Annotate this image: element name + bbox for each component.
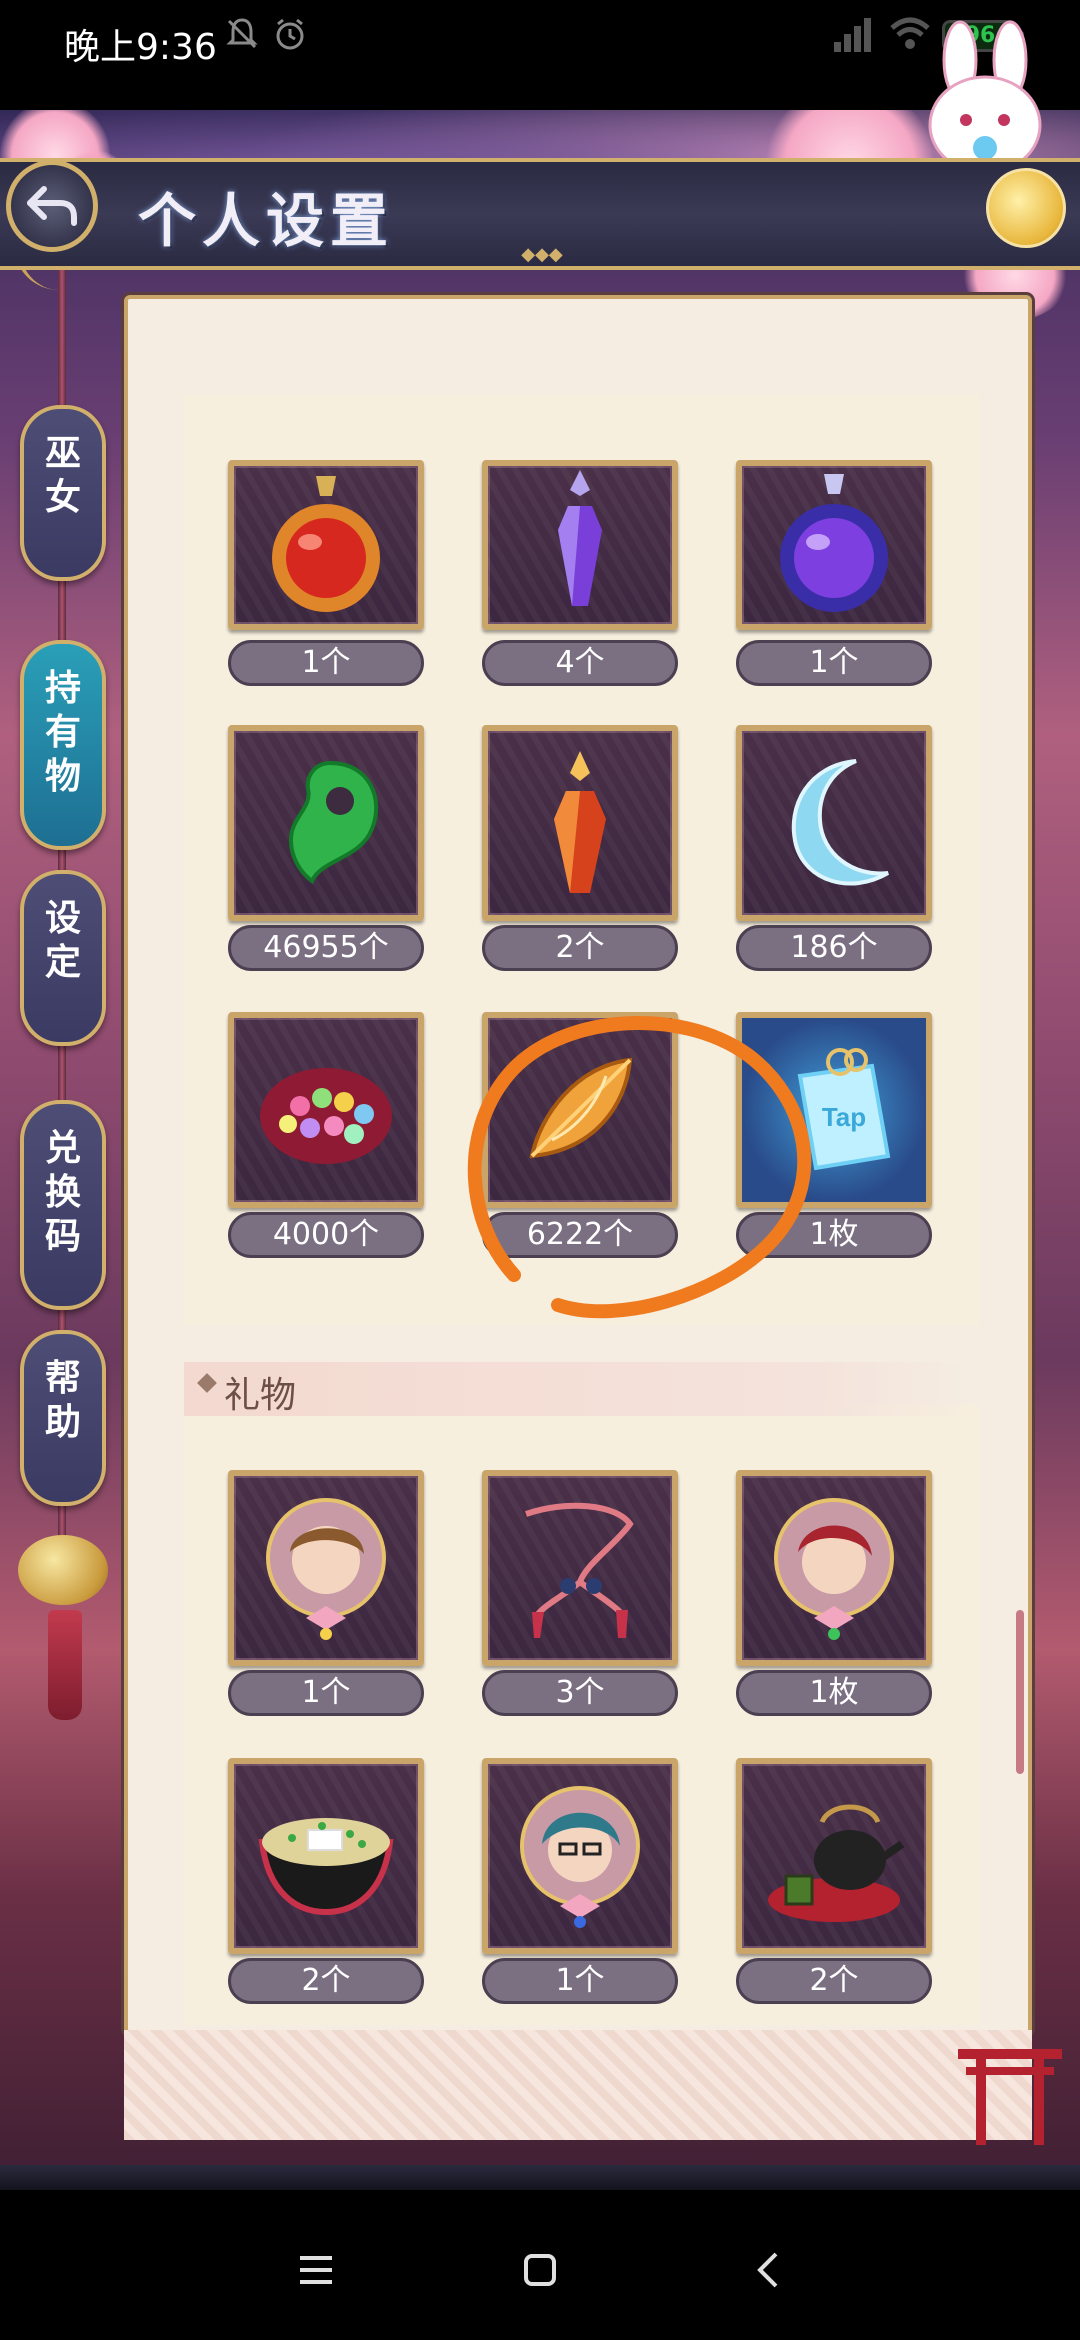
item-count: 186个	[736, 925, 932, 971]
item-card[interactable]	[228, 460, 424, 630]
purple-crystal-vial-icon	[558, 470, 602, 606]
blue-potion-icon	[780, 474, 888, 612]
side-tab-items[interactable]: 持有物	[20, 640, 106, 850]
brown-hair-portrait-icon	[266, 1498, 386, 1640]
item-card[interactable]	[736, 460, 932, 630]
side-tab-help[interactable]: 帮助	[20, 1330, 106, 1506]
item-count: 6222个	[482, 1212, 678, 1258]
gift-card[interactable]	[228, 1758, 424, 1954]
item-card[interactable]	[482, 460, 678, 630]
soup-bowl-icon	[258, 1818, 394, 1916]
item-count: 2个	[482, 925, 678, 971]
side-tab-label: 兑换码	[44, 1127, 81, 1257]
panel-pattern	[124, 2030, 1032, 2140]
gift-card[interactable]	[736, 1470, 932, 1666]
item-count: 2个	[228, 1958, 424, 2004]
mascot-rabbit	[900, 20, 1070, 180]
item-count: 4000个	[228, 1212, 424, 1258]
green-magatama-icon	[289, 760, 379, 885]
status-time: 晚上9:36	[64, 27, 217, 68]
back-arrow-icon	[27, 186, 77, 226]
item-card[interactable]	[228, 725, 424, 921]
red-crystal-vial-icon	[554, 751, 606, 893]
item-card[interactable]	[482, 1012, 678, 1208]
tap-charm-icon: Tap	[797, 1048, 891, 1171]
item-count: 1枚	[736, 1212, 932, 1258]
item-card[interactable]	[736, 725, 932, 921]
moon-emblem-icon	[986, 168, 1066, 248]
teapot-icon	[768, 1804, 905, 1922]
bottom-ornament-strip	[0, 2165, 1080, 2190]
side-tab-label: 巫女	[44, 432, 81, 518]
item-count: 46955个	[228, 925, 424, 971]
red-cord-tassel-icon	[525, 1502, 634, 1638]
side-tab-label: 帮助	[44, 1357, 81, 1443]
header-ornament: ◆◆◆	[521, 244, 563, 265]
signal-icon	[830, 14, 880, 54]
red-hair-portrait-icon	[774, 1498, 894, 1640]
item-count: 1个	[228, 1670, 424, 1716]
item-count: 1个	[482, 1958, 678, 2004]
mute-icon	[222, 16, 262, 56]
item-count: 1个	[736, 640, 932, 686]
gift-card[interactable]	[228, 1470, 424, 1666]
menu-icon[interactable]	[286, 2240, 346, 2300]
section-header-gifts	[184, 1362, 978, 1416]
side-tab-label: 持有物	[44, 667, 81, 797]
crescent-moon-icon	[791, 759, 890, 886]
side-tab-miko[interactable]: 巫女	[20, 405, 106, 581]
gift-card[interactable]	[736, 1758, 932, 1954]
page-title: 个人设置	[138, 187, 395, 255]
side-tab-label: 设定	[44, 897, 81, 983]
red-potion-icon	[272, 476, 380, 612]
item-count: 2个	[736, 1958, 932, 2004]
item-card[interactable]	[228, 1012, 424, 1208]
item-card[interactable]: Tap	[736, 1012, 932, 1208]
amber-gem-icon	[529, 1057, 633, 1159]
tassel-ornament	[48, 1610, 82, 1720]
item-count: 1枚	[736, 1670, 932, 1716]
home-icon[interactable]	[510, 2240, 570, 2300]
item-card[interactable]	[482, 725, 678, 921]
section-title: 礼物	[224, 1375, 297, 1416]
bell-icon	[18, 1535, 108, 1605]
side-tab-redeem-code[interactable]: 兑换码	[20, 1100, 106, 1310]
gift-card[interactable]	[482, 1470, 678, 1666]
torii-gate-icon	[950, 2035, 1070, 2145]
item-count: 1个	[228, 640, 424, 686]
flower-candy-icon	[260, 1068, 392, 1164]
alarm-icon	[270, 16, 310, 56]
gift-card[interactable]	[482, 1758, 678, 1954]
charm-text: Tap	[822, 1102, 866, 1132]
scrollbar[interactable]	[1016, 1610, 1024, 1774]
item-count: 4个	[482, 640, 678, 686]
side-tab-settings[interactable]: 设定	[20, 870, 106, 1046]
back-icon[interactable]	[740, 2240, 800, 2300]
glasses-portrait-icon	[520, 1786, 640, 1928]
item-count: 3个	[482, 1670, 678, 1716]
back-button[interactable]	[6, 160, 98, 252]
